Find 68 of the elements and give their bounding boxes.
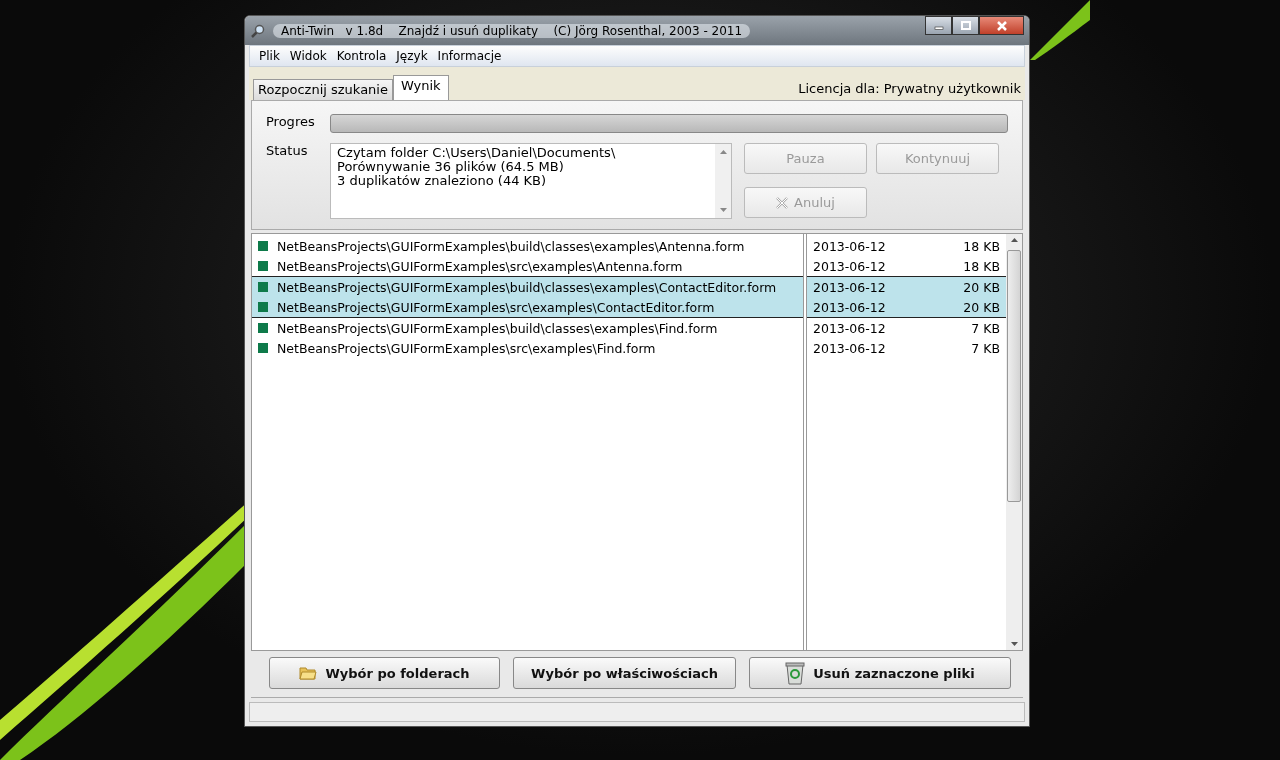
- file-row[interactable]: NetBeansProjects\GUIFormExamples\src\examples\Antenna.form: [252, 256, 803, 276]
- recycle-bin-icon: [785, 661, 806, 685]
- status-line: Porównywanie 36 plików (64.5 MB): [337, 160, 565, 174]
- folder-icon: [299, 666, 318, 680]
- maximize-button[interactable]: [952, 16, 979, 35]
- file-date: 2013-06-12: [813, 279, 886, 295]
- scroll-up-arrow-icon[interactable]: [1010, 238, 1018, 242]
- status-label: Status: [266, 143, 309, 160]
- file-row[interactable]: NetBeansProjects\GUIFormExamples\build\classes\examples\ContactEditor.form: [252, 277, 803, 297]
- menu-item[interactable]: Plik: [254, 49, 285, 63]
- file-path: NetBeansProjects\GUIFormExamples\build\classes\examples\ContactEditor.form: [277, 279, 777, 295]
- file-path: NetBeansProjects\GUIFormExamples\src\examples\Antenna.form: [277, 258, 683, 274]
- status-line: Czytam folder C:\Users\Daniel\Documents\: [337, 146, 617, 160]
- file-date: 2013-06-12: [813, 299, 886, 315]
- minimize-button[interactable]: [925, 16, 952, 35]
- scroll-down-arrow-icon[interactable]: [1010, 642, 1018, 646]
- action-button[interactable]: Usuń zaznaczone pliki: [749, 657, 1011, 689]
- menu-item[interactable]: Informacje: [432, 49, 507, 63]
- file-date: 2013-06-12: [813, 340, 886, 356]
- file-size: 7 KB: [971, 320, 1000, 336]
- file-row[interactable]: NetBeansProjects\GUIFormExamples\build\classes\examples\Find.form: [252, 318, 803, 338]
- maximize-icon: [960, 21, 971, 30]
- file-path: NetBeansProjects\GUIFormExamples\build\classes\examples\Find.form: [277, 320, 718, 336]
- file-size: 18 KB: [963, 258, 1000, 274]
- window-title: Anti-Twin v 1.8d Znajdź i usuń duplikaty (C) Jörg Rosenthal, 2003 - 2011: [273, 23, 751, 38]
- file-marker-icon: [258, 282, 268, 292]
- detail-row[interactable]: 2013-06-12 18 KB: [807, 236, 1006, 256]
- file-date: 2013-06-12: [813, 258, 886, 274]
- scroll-down-arrow-icon[interactable]: [719, 208, 727, 212]
- status-line: 3 duplikatów znaleziono (44 KB): [337, 174, 548, 188]
- close-button[interactable]: [979, 16, 1024, 35]
- scroll-thumb[interactable]: [1007, 250, 1021, 502]
- file-marker-icon: [258, 241, 268, 251]
- menu-item[interactable]: Kontrola: [331, 49, 392, 63]
- menu-item[interactable]: Widok: [284, 49, 332, 63]
- file-marker-icon: [258, 302, 268, 312]
- file-date: 2013-06-12: [813, 320, 886, 336]
- file-row[interactable]: NetBeansProjects\GUIFormExamples\src\examples\Find.form: [252, 338, 803, 358]
- file-size: 20 KB: [963, 299, 1000, 315]
- detail-row[interactable]: 2013-06-12 7 KB: [807, 338, 1006, 358]
- magnifier-icon: [251, 23, 265, 38]
- action-button[interactable]: Wybór po właściwościach: [513, 657, 736, 689]
- file-size: 20 KB: [963, 279, 1000, 295]
- file-size: 7 KB: [971, 340, 1000, 356]
- scroll-up-arrow-icon[interactable]: [719, 150, 727, 154]
- file-date: 2013-06-12: [813, 238, 886, 254]
- wallpaper-swoosh-drawing: [1030, 0, 1090, 60]
- detail-row[interactable]: 2013-06-12 7 KB: [807, 318, 1006, 338]
- file-row[interactable]: NetBeansProjects\GUIFormExamples\build\classes\examples\Antenna.form: [252, 236, 803, 256]
- file-path: NetBeansProjects\GUIFormExamples\src\examples\Find.form: [277, 340, 656, 356]
- action-button[interactable]: Wybór po folderach: [269, 657, 500, 689]
- close-icon: [995, 20, 1008, 31]
- license-label: Licencja dla: Prywatny użytkownik: [798, 81, 1021, 96]
- file-marker-icon: [258, 323, 268, 333]
- progress-label: Progres: [266, 114, 316, 131]
- cross-icon: [776, 196, 789, 209]
- file-marker-icon: [258, 343, 268, 353]
- detail-row[interactable]: 2013-06-12 20 KB: [807, 297, 1006, 317]
- detail-row[interactable]: 2013-06-12 18 KB: [807, 256, 1006, 276]
- tab[interactable]: Rozpocznij szukanie: [253, 79, 393, 100]
- file-path: NetBeansProjects\GUIFormExamples\src\examples\ContactEditor.form: [277, 299, 715, 315]
- tab[interactable]: Wynik: [392, 75, 449, 100]
- file-marker-icon: [258, 261, 268, 271]
- file-size: 18 KB: [963, 238, 1000, 254]
- file-row[interactable]: NetBeansProjects\GUIFormExamples\src\examples\ContactEditor.form: [252, 297, 803, 317]
- file-path: NetBeansProjects\GUIFormExamples\build\classes\examples\Antenna.form: [277, 238, 745, 254]
- menu-item[interactable]: Język: [391, 49, 433, 63]
- detail-row[interactable]: 2013-06-12 20 KB: [807, 277, 1006, 297]
